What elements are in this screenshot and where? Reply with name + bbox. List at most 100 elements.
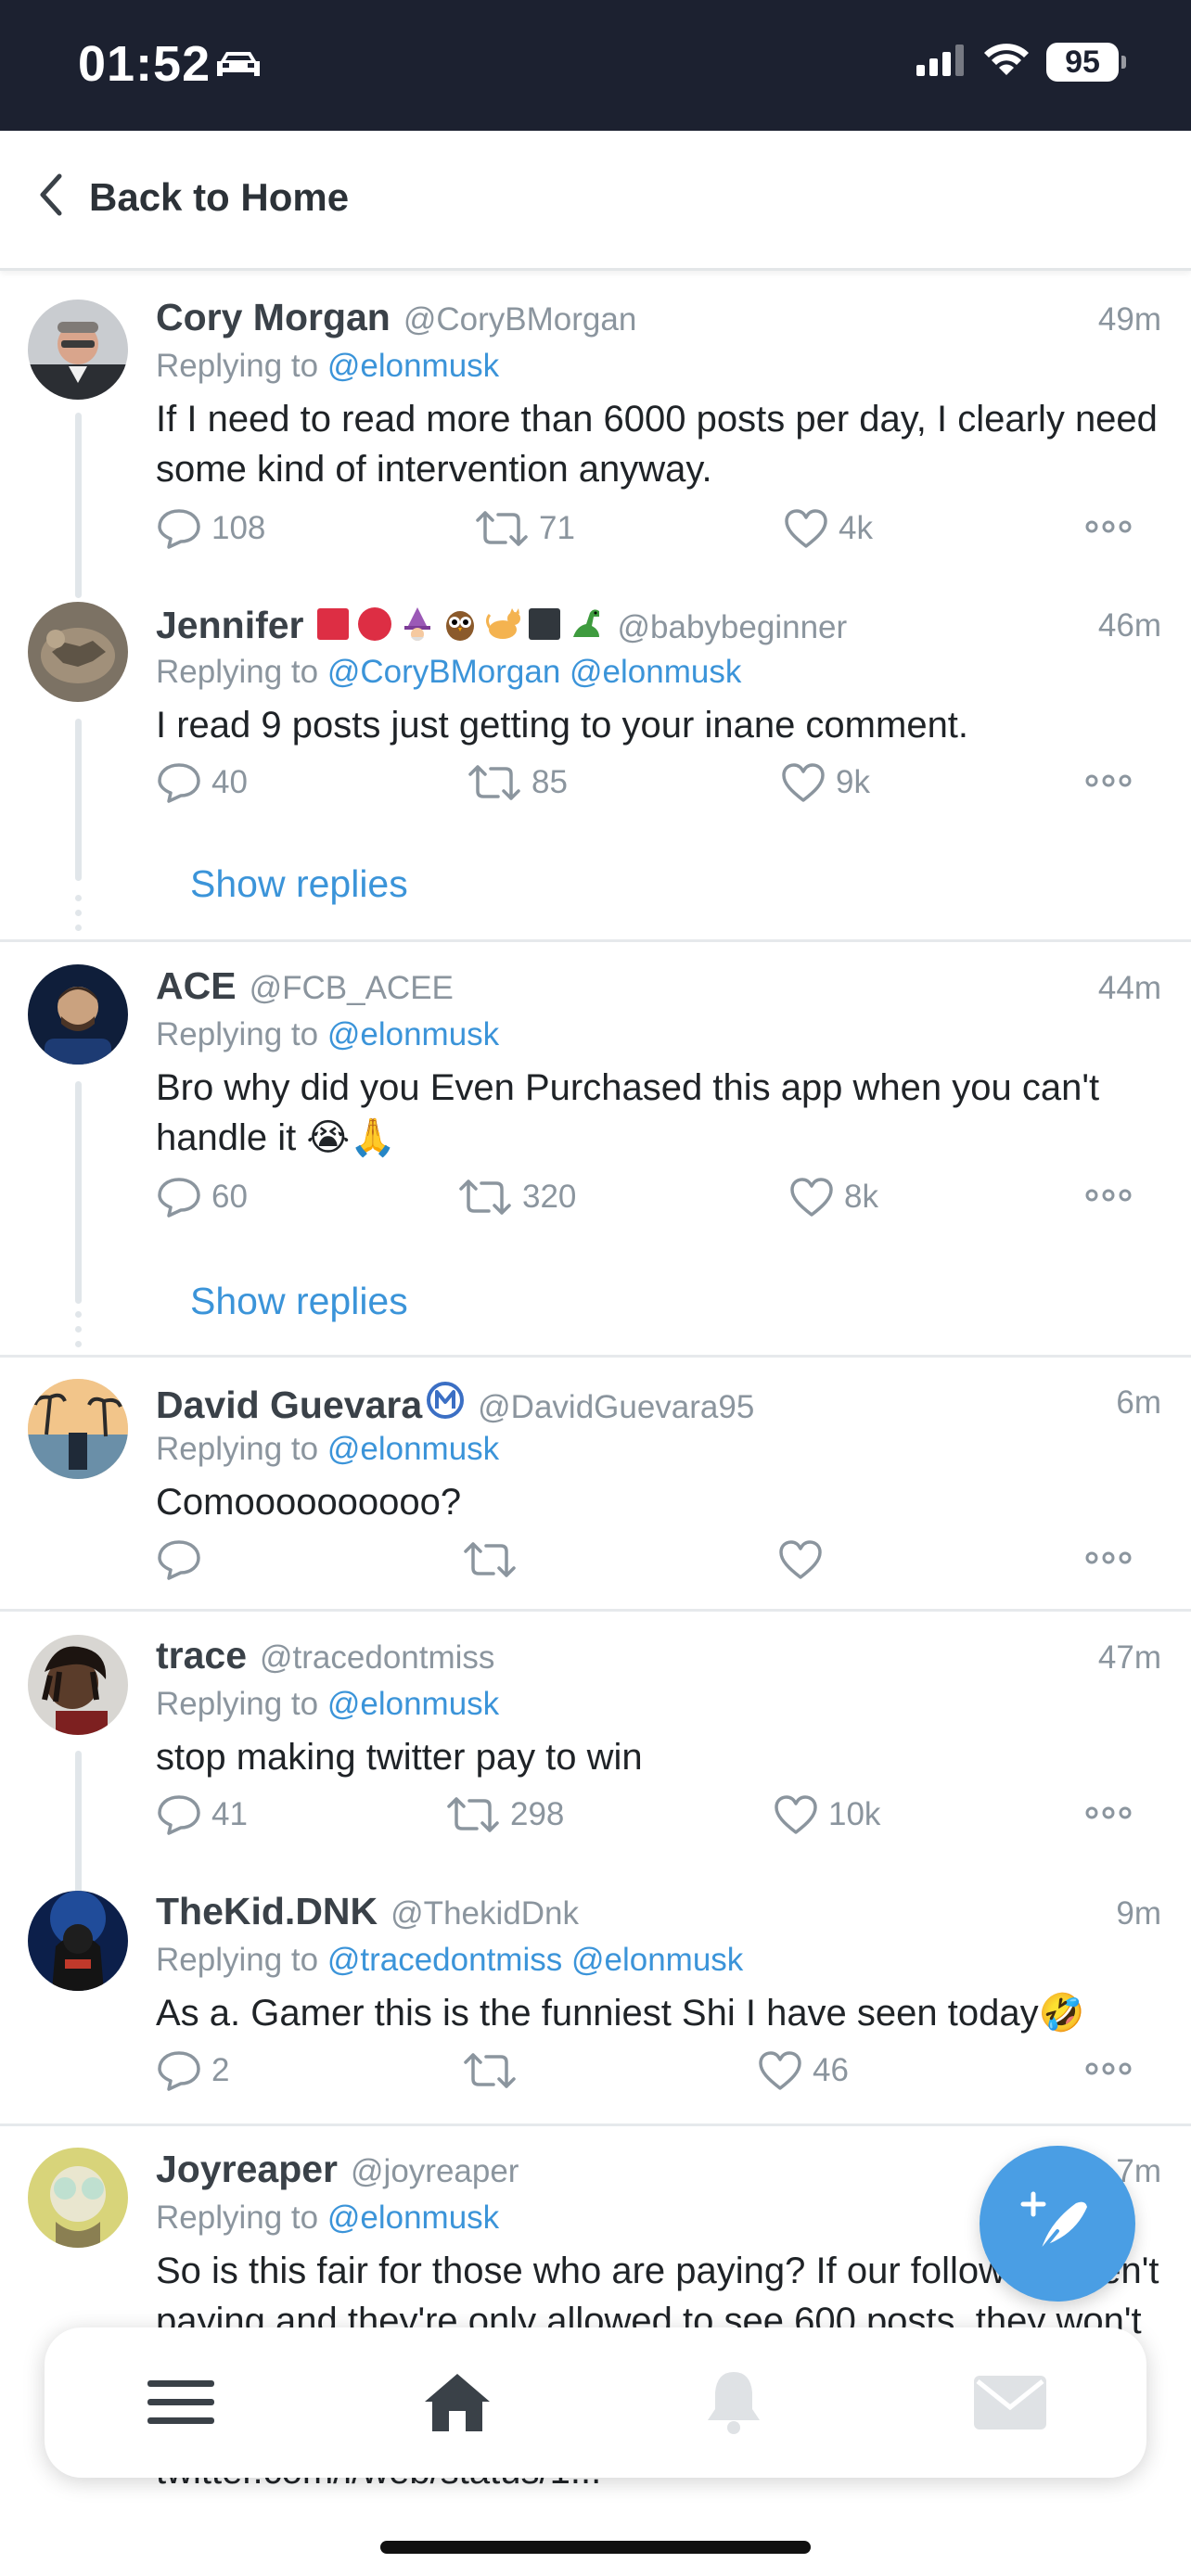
mention-link[interactable]: @elonmusk <box>327 1431 499 1467</box>
author-name[interactable]: ACE <box>156 964 237 1008</box>
tweet-item[interactable]: Cory Morgan @CoryBMorgan 49m Replying to… <box>0 274 1191 598</box>
retweet-button[interactable] <box>462 2049 527 2092</box>
home-icon <box>425 2374 490 2431</box>
retweet-count: 85 <box>531 764 568 800</box>
mention-link[interactable]: @elonmusk <box>570 654 741 690</box>
author-name[interactable]: trace <box>156 1634 247 1677</box>
more-dots-icon <box>1085 1189 1132 1202</box>
thread-connector <box>75 719 82 881</box>
avatar[interactable] <box>28 964 128 1065</box>
tab-messages[interactable] <box>968 2365 1052 2441</box>
retweet-icon <box>459 1180 511 1215</box>
reply-button[interactable]: 2 <box>156 2049 229 2092</box>
author-name[interactable]: Joyreaper <box>156 2148 338 2191</box>
mention-link[interactable]: @elonmusk <box>327 1016 499 1052</box>
tweet-time: 46m <box>1097 607 1161 644</box>
avatar[interactable] <box>28 300 128 400</box>
tweet-time: 9m <box>1116 1895 1161 1932</box>
mention-link[interactable]: @elonmusk <box>571 1942 743 1978</box>
more-options-button[interactable] <box>1085 774 1132 787</box>
like-button[interactable]: 4k <box>783 507 873 550</box>
author-name[interactable]: Cory Morgan <box>156 296 391 339</box>
tweet-actions: 108 71 4k <box>156 507 1158 559</box>
author-handle[interactable]: @joyreaper <box>351 2153 519 2190</box>
author-handle[interactable]: @CoryBMorgan <box>403 301 636 338</box>
like-button[interactable]: 8k <box>788 1176 878 1218</box>
author-name[interactable]: Jennifer <box>156 604 304 647</box>
more-options-button[interactable] <box>1085 1806 1132 1819</box>
tweet-item[interactable]: David Guevara @DavidGuevara95 6m Replyin… <box>0 1357 1191 1612</box>
replying-to: Replying to @elonmusk <box>156 1016 499 1053</box>
like-button[interactable]: 46 <box>757 2049 849 2092</box>
more-dots-icon <box>1085 1551 1132 1564</box>
author-handle[interactable]: @babybeginner <box>618 609 848 646</box>
mention-link[interactable]: @CoryBMorgan <box>327 654 560 690</box>
retweet-icon <box>464 2053 516 2088</box>
driving-focus-icon <box>213 48 263 86</box>
tab-menu[interactable] <box>139 2365 223 2441</box>
show-replies-link[interactable]: Show replies <box>190 862 408 906</box>
author-handle[interactable]: @ThekidDnk <box>391 1895 579 1932</box>
retweet-button[interactable] <box>462 1538 527 1581</box>
tweet-item[interactable]: TheKid.DNK @ThekidDnk 9m Replying to @tr… <box>0 1868 1191 2126</box>
avatar[interactable] <box>28 1891 128 1991</box>
like-count: 46 <box>813 2052 849 2088</box>
reply-button[interactable] <box>156 1538 211 1581</box>
avatar[interactable] <box>28 1635 128 1735</box>
mention-link[interactable]: @tracedontmiss <box>327 1942 562 1978</box>
show-replies-link[interactable]: Show replies <box>190 1280 408 1323</box>
compose-tweet-button[interactable] <box>980 2146 1135 2302</box>
tweet-actions: 41 298 10k <box>156 1793 1158 1845</box>
like-button[interactable]: 9k <box>780 761 870 804</box>
bell-icon <box>708 2372 760 2434</box>
reply-icon <box>158 2051 200 2091</box>
thread-connector <box>75 413 82 598</box>
like-button[interactable]: 10k <box>773 1793 880 1836</box>
author-handle[interactable]: @tracedontmiss <box>260 1639 494 1677</box>
tab-home[interactable] <box>416 2365 499 2441</box>
avatar[interactable] <box>28 2148 128 2248</box>
reply-button[interactable]: 41 <box>156 1793 248 1836</box>
bottom-tab-bar <box>45 2327 1146 2478</box>
author-name[interactable]: TheKid.DNK <box>156 1890 378 1933</box>
heart-icon <box>782 763 825 802</box>
avatar[interactable] <box>28 1379 128 1479</box>
tweet-item[interactable]: ACE @FCB_ACEE 44m Replying to @elonmusk … <box>0 942 1191 1358</box>
more-options-button[interactable] <box>1085 1189 1132 1202</box>
tab-notifications[interactable] <box>692 2365 775 2441</box>
reply-button[interactable]: 108 <box>156 507 265 550</box>
battery-indicator: 95 <box>1046 43 1126 82</box>
author-handle[interactable]: @FCB_ACEE <box>250 970 454 1007</box>
retweet-button[interactable]: 298 <box>445 1793 564 1836</box>
retweet-button[interactable]: 71 <box>474 507 575 550</box>
back-to-home-button[interactable]: Back to Home <box>37 172 349 222</box>
replying-prefix: Replying to <box>156 348 319 384</box>
like-count: 9k <box>836 764 870 800</box>
author-name[interactable]: David Guevara <box>156 1384 422 1427</box>
avatar[interactable] <box>28 602 128 702</box>
retweet-icon <box>464 1542 516 1577</box>
retweet-button[interactable]: 320 <box>457 1176 576 1218</box>
reply-count: 40 <box>211 764 248 800</box>
heart-icon <box>779 1540 822 1579</box>
replying-prefix: Replying to <box>156 654 319 690</box>
mail-icon <box>974 2376 1046 2429</box>
reply-icon <box>158 509 200 549</box>
verified-badge-icon <box>426 1381 465 1424</box>
like-button[interactable] <box>777 1538 833 1581</box>
retweet-button[interactable]: 85 <box>467 761 568 804</box>
mention-link[interactable]: @elonmusk <box>327 2200 499 2236</box>
mention-link[interactable]: @elonmusk <box>327 1686 499 1722</box>
author-handle[interactable]: @DavidGuevara95 <box>478 1389 754 1426</box>
reply-button[interactable]: 60 <box>156 1176 248 1218</box>
replying-to: Replying to @elonmusk <box>156 1686 499 1723</box>
thread-connector <box>75 1081 82 1304</box>
mention-link[interactable]: @elonmusk <box>327 348 499 384</box>
more-options-button[interactable] <box>1085 1551 1132 1564</box>
tweet-item[interactable]: trace @tracedontmiss 47m Replying to @el… <box>0 1612 1191 1927</box>
wizard-icon <box>403 607 430 641</box>
more-options-button[interactable] <box>1085 2062 1132 2075</box>
reply-button[interactable]: 40 <box>156 761 248 804</box>
more-options-button[interactable] <box>1085 520 1132 533</box>
tweet-actions <box>156 1538 1158 1590</box>
